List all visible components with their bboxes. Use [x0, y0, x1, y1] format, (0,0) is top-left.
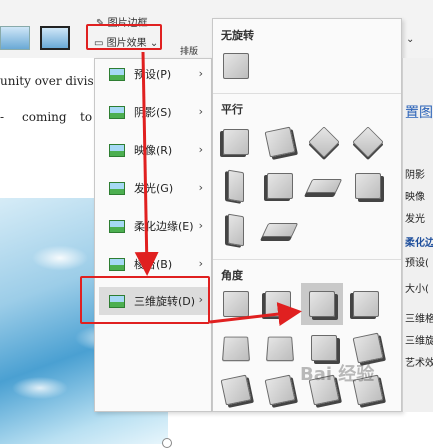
- rotation-option-none[interactable]: [217, 47, 255, 85]
- rotation-option[interactable]: [217, 371, 255, 409]
- menu-item-bevel[interactable]: 棱台(B) ›: [99, 251, 209, 277]
- rotation-option[interactable]: [347, 285, 385, 323]
- pane-item[interactable]: 柔化边: [405, 234, 433, 249]
- pane-item[interactable]: 映像: [405, 188, 425, 203]
- pane-item[interactable]: 艺术效: [405, 354, 433, 369]
- pane-item[interactable]: 三维旋: [405, 332, 433, 347]
- menu-item-preset[interactable]: 预设(P) ›: [99, 61, 209, 87]
- section-perspective: 角度: [221, 269, 243, 282]
- highlight-box: [86, 24, 162, 50]
- rotation-option[interactable]: [261, 123, 299, 161]
- rotation-option-selected[interactable]: [301, 283, 343, 325]
- chevron-right-icon: ›: [198, 143, 203, 156]
- rotation-option[interactable]: [305, 123, 343, 161]
- rotation-thumb: [223, 53, 249, 79]
- rotation-option[interactable]: [305, 167, 343, 205]
- layout-button[interactable]: 排版: [180, 44, 198, 57]
- menu-item-reflection[interactable]: 映像(R) ›: [99, 137, 209, 163]
- chevron-right-icon: ›: [198, 219, 203, 232]
- resize-handle[interactable]: [162, 438, 172, 448]
- chevron-right-icon: ›: [198, 257, 203, 270]
- divider: [213, 259, 401, 260]
- menu-item-glow[interactable]: 发光(G) ›: [99, 175, 209, 201]
- divider: [213, 93, 401, 94]
- rotation-option[interactable]: [217, 285, 255, 323]
- rotation-option[interactable]: [217, 211, 255, 249]
- pane-item[interactable]: 发光: [405, 210, 425, 225]
- pane-item[interactable]: 大小(: [405, 280, 429, 295]
- menu-item-soft-edges[interactable]: 柔化边缘(E) ›: [99, 213, 209, 239]
- picture-style-thumb[interactable]: [0, 26, 30, 50]
- rotation-option[interactable]: [349, 167, 387, 205]
- rotation-option[interactable]: [261, 167, 299, 205]
- chevron-right-icon: ›: [198, 67, 203, 80]
- picture-icon: [109, 257, 125, 271]
- picture-icon: [109, 143, 125, 157]
- picture-icon: [109, 219, 125, 233]
- doc-text-fragment: coming: [22, 110, 67, 124]
- chevron-right-icon: ›: [198, 181, 203, 194]
- highlight-box: [80, 276, 210, 324]
- more-button[interactable]: ⌄: [406, 34, 414, 45]
- 3d-rotation-gallery: 无旋转 平行 角度: [212, 18, 402, 412]
- section-parallel: 平行: [221, 103, 243, 116]
- pane-item[interactable]: 预设(: [405, 254, 429, 269]
- chevron-right-icon: ›: [198, 105, 203, 118]
- rotation-option[interactable]: [217, 329, 255, 367]
- picture-icon: [109, 67, 125, 81]
- doc-text-fragment: -: [0, 110, 5, 124]
- picture-style-thumb[interactable]: [40, 26, 70, 50]
- pane-item[interactable]: 三维格: [405, 310, 433, 325]
- watermark: Bai 经验: [300, 364, 375, 385]
- rotation-option[interactable]: [217, 167, 255, 205]
- rotation-option[interactable]: [259, 285, 297, 323]
- menu-item-shadow[interactable]: 阴影(S) ›: [99, 99, 209, 125]
- rotation-option[interactable]: [261, 329, 299, 367]
- format-picture-pane: 置图 阴影 映像 发光 柔化边 预设( 大小( 三维格 三维旋 艺术效: [402, 58, 433, 412]
- pane-item[interactable]: 阴影: [405, 166, 425, 181]
- picture-icon: [109, 105, 125, 119]
- rotation-option[interactable]: [261, 371, 299, 409]
- doc-text-fragment: to: [80, 110, 93, 124]
- rotation-option[interactable]: [217, 123, 255, 161]
- picture-icon: [109, 181, 125, 195]
- section-no-rotation: 无旋转: [221, 29, 254, 42]
- pane-title: 置图: [405, 105, 433, 121]
- picture-effects-menu: 预设(P) › 阴影(S) › 映像(R) › 发光(G) › 柔化边缘(E) …: [94, 58, 212, 412]
- rotation-option[interactable]: [261, 211, 299, 249]
- rotation-option[interactable]: [349, 123, 387, 161]
